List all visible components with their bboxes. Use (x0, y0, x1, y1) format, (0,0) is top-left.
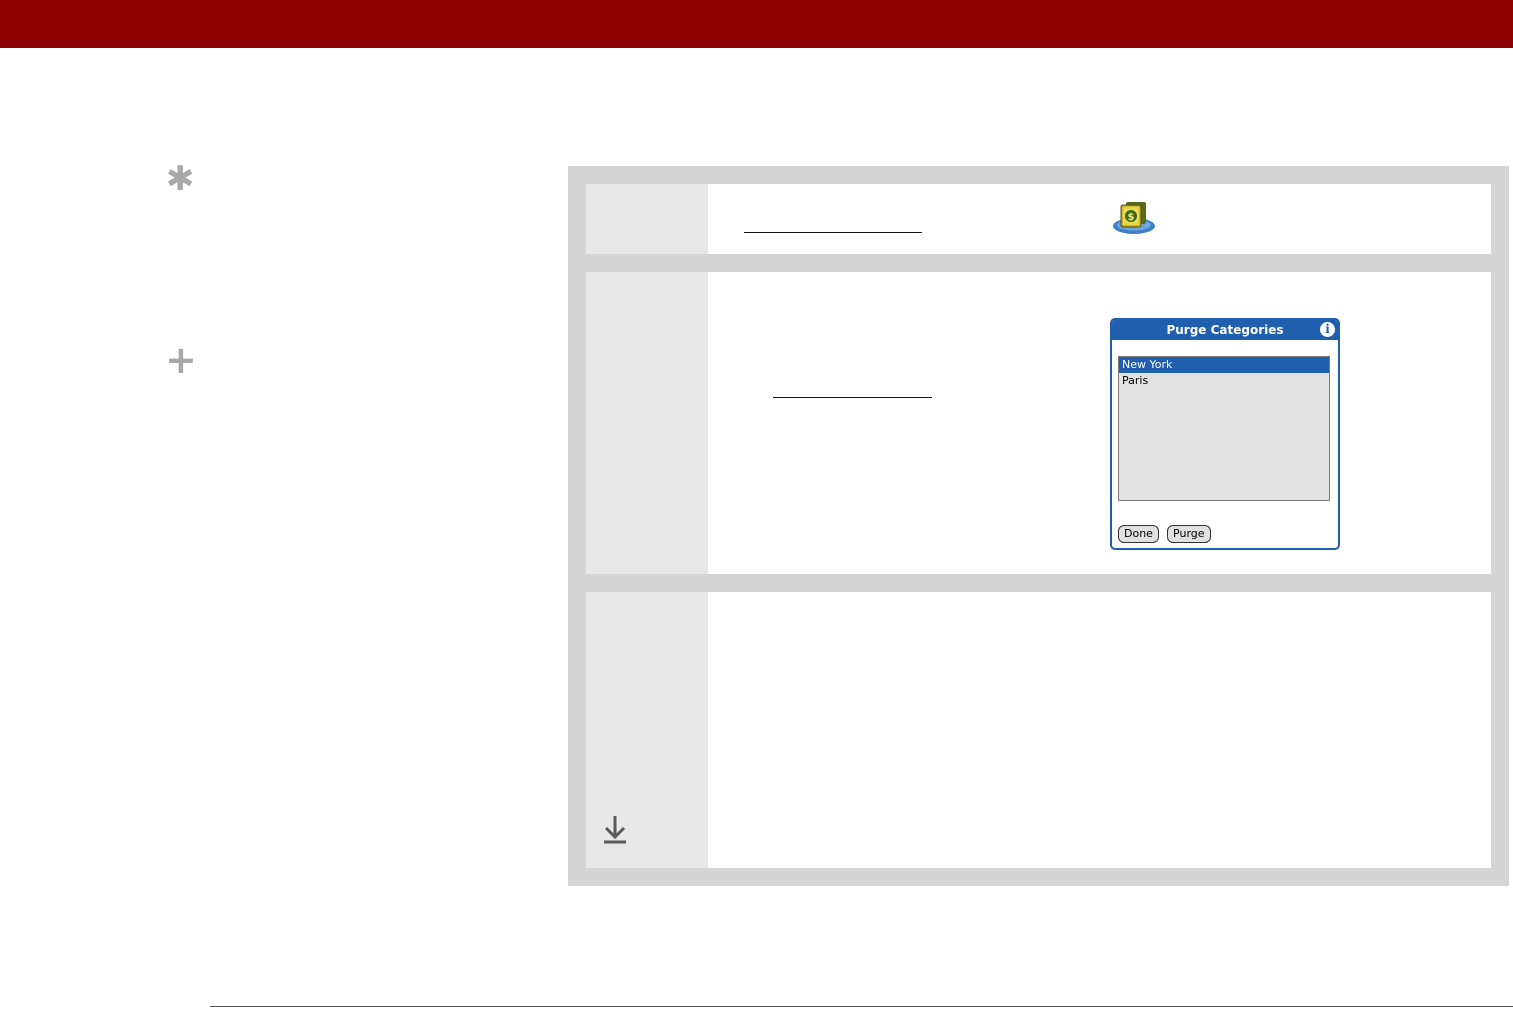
expense-app-icon: $ (1113, 202, 1155, 234)
steps-panel: $ Purge Categories i New York Paris Done… (568, 166, 1509, 886)
list-item[interactable]: Paris (1119, 373, 1329, 389)
dialog-title: Purge Categories (1166, 323, 1284, 337)
step-2-number-cell (586, 272, 708, 574)
header-bar (0, 0, 1513, 48)
step-1-number-cell (586, 184, 708, 254)
step-1-link[interactable] (744, 232, 922, 233)
list-item[interactable]: New York (1119, 357, 1329, 373)
step-2-row: Purge Categories i New York Paris Done P… (586, 272, 1491, 574)
step-3-row (586, 592, 1491, 868)
category-list[interactable]: New York Paris (1118, 356, 1330, 501)
download-arrow-icon[interactable] (602, 814, 628, 846)
purge-categories-dialog: Purge Categories i New York Paris Done P… (1110, 318, 1340, 550)
done-button[interactable]: Done (1118, 525, 1159, 543)
footer-divider (210, 1006, 1513, 1007)
svg-text:$: $ (1128, 212, 1135, 223)
tip-asterisk-icon: ✱ (166, 159, 195, 199)
info-icon[interactable]: i (1320, 322, 1335, 337)
dialog-title-bar: Purge Categories i (1112, 320, 1338, 340)
step-1-row: $ (586, 184, 1491, 254)
dialog-button-row: Done Purge (1118, 522, 1214, 543)
step-2-link[interactable] (773, 397, 932, 398)
purge-button[interactable]: Purge (1167, 525, 1211, 543)
did-you-know-plus-icon: + (165, 338, 197, 382)
